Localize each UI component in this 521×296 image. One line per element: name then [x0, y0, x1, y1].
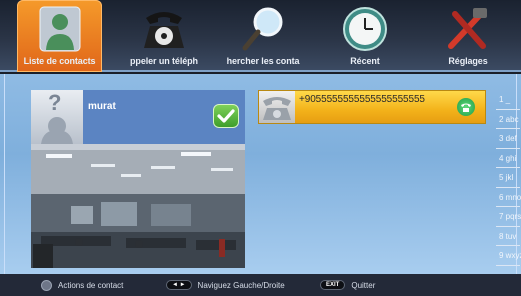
tab-make-call-label: ppeler un téléph: [130, 56, 198, 66]
hint-exit: EXIT Quitter: [320, 280, 375, 290]
tab-search-contacts[interactable]: hercher les conta: [222, 0, 304, 72]
call-button-icon[interactable]: [457, 98, 475, 116]
keypad-key-4[interactable]: 4 ghi: [496, 149, 520, 168]
keypad-key-3[interactable]: 3 def: [496, 129, 520, 149]
call-number-entry[interactable]: +9055555555555555555555: [258, 90, 486, 124]
tab-recent-label: Récent: [350, 56, 380, 66]
call-number-text: +9055555555555555555555: [299, 94, 425, 105]
hint-navigate-label: Naviguez Gauche/Droite: [197, 280, 285, 290]
keypad-key-6[interactable]: 6 mno: [496, 188, 521, 207]
keypad-key-9[interactable]: 9 wxyz: [496, 246, 521, 266]
telephone-icon: [144, 12, 184, 48]
selected-contact-card[interactable]: ? murat: [31, 90, 245, 144]
hint-navigate: ◄ ► Naviguez Gauche/Droite: [166, 280, 285, 290]
contact-photo: [31, 144, 245, 268]
magnifier-icon: [242, 7, 283, 51]
exit-key: EXIT: [320, 280, 346, 290]
hint-exit-label: Quitter: [351, 280, 376, 290]
tab-settings-label: Réglages: [448, 56, 488, 66]
clock-icon: [343, 7, 387, 51]
keypad-key-2[interactable]: 2 abc: [496, 110, 520, 129]
footer-hints: Actions de contact ◄ ► Naviguez Gauche/D…: [0, 274, 521, 296]
contact-name: murat: [88, 101, 116, 112]
contact-icon: [39, 6, 80, 52]
tab-search-contacts-label: hercher les conta: [226, 56, 300, 66]
keypad-key-7[interactable]: 7 pqrs: [496, 207, 521, 227]
keypad-key-8[interactable]: 8 tuv: [496, 227, 520, 246]
tab-recent[interactable]: Récent: [330, 0, 400, 72]
keypad-key-5[interactable]: 5 jkl: [496, 168, 520, 188]
tab-contact-list[interactable]: Liste de contacts: [17, 0, 102, 72]
tab-make-call[interactable]: ppeler un téléph: [116, 0, 212, 72]
tab-settings[interactable]: Réglages: [432, 0, 504, 72]
keypad-key-1[interactable]: 1 _: [496, 90, 520, 110]
left-right-arrows-icon: ◄ ►: [166, 280, 192, 290]
keypad-list: 1 _ 2 abc 3 def 4 ghi 5 jkl 6 mno 7 pqrs…: [496, 90, 521, 266]
phone-entry-icon: [259, 91, 295, 123]
options-button-icon: [41, 280, 52, 291]
check-icon[interactable]: [213, 104, 239, 128]
contact-avatar: ?: [31, 90, 83, 144]
avatar-question-mark: ?: [48, 90, 62, 115]
hint-contact-actions: Actions de contact: [41, 280, 123, 291]
tab-contact-list-label: Liste de contacts: [23, 56, 96, 66]
top-menu-bar: Liste de contacts ppeler un téléph herch…: [0, 0, 521, 72]
hint-contact-actions-label: Actions de contact: [58, 281, 124, 290]
main-content: ? murat +9055555555555555555555 1 _ 2 ab…: [0, 74, 521, 274]
tools-icon: [448, 8, 487, 49]
